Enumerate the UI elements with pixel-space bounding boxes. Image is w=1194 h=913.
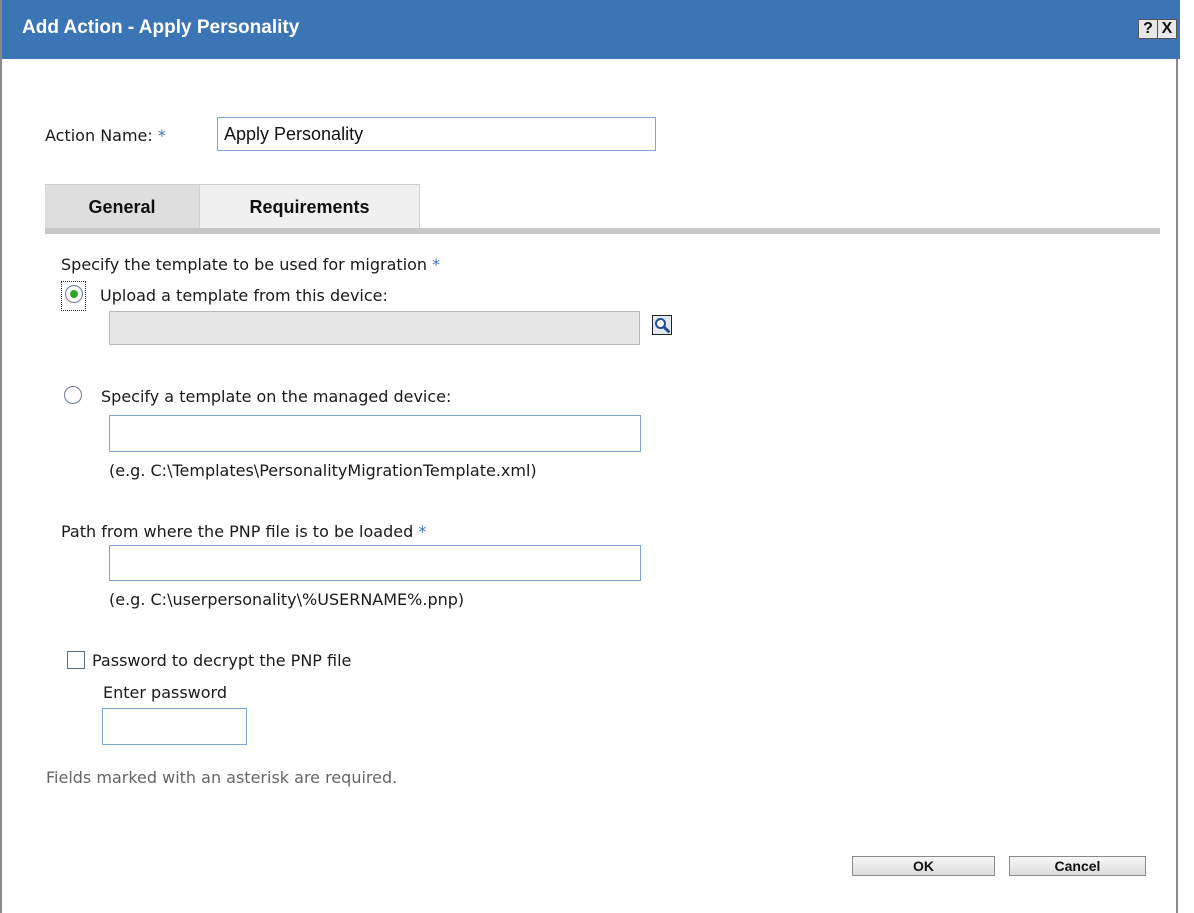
action-name-input[interactable]	[217, 117, 656, 151]
radio-selected-dot	[70, 290, 78, 298]
required-asterisk: *	[432, 255, 441, 274]
managed-template-label: Specify a template on the managed device…	[101, 387, 452, 406]
tab-requirements[interactable]: Requirements	[199, 184, 420, 228]
pnp-path-input[interactable]	[109, 545, 641, 581]
pnp-path-example: (e.g. C:\userpersonality\%USERNAME%.pnp)	[109, 590, 465, 609]
template-heading: Specify the template to be used for migr…	[61, 255, 441, 274]
required-asterisk: *	[418, 522, 427, 541]
managed-template-example: (e.g. C:\Templates\PersonalityMigrationT…	[109, 461, 537, 480]
help-button[interactable]: ?	[1138, 19, 1158, 39]
upload-template-field[interactable]	[109, 311, 640, 345]
title-bar: Add Action - Apply Personality ? X	[2, 0, 1180, 59]
cancel-button[interactable]: Cancel	[1009, 856, 1146, 876]
password-checkbox[interactable]	[67, 651, 85, 669]
required-asterisk: *	[157, 126, 166, 145]
upload-template-radio[interactable]	[65, 285, 83, 303]
password-input[interactable]	[102, 708, 247, 745]
ok-button[interactable]: OK	[852, 856, 995, 876]
magnifier-icon-glyph	[655, 318, 670, 333]
password-checkbox-label: Password to decrypt the PNP file	[92, 651, 352, 670]
enter-password-label: Enter password	[103, 683, 227, 702]
managed-template-input[interactable]	[109, 415, 641, 452]
managed-template-radio[interactable]	[64, 386, 82, 404]
magnifier-icon[interactable]	[652, 315, 672, 335]
pnp-path-label: Path from where the PNP file is to be lo…	[61, 522, 427, 541]
upload-template-label: Upload a template from this device:	[100, 286, 388, 305]
tab-divider	[45, 228, 1160, 234]
tab-general[interactable]: General	[45, 184, 199, 228]
add-action-dialog: Add Action - Apply Personality ? X Actio…	[0, 0, 1180, 913]
action-name-label: Action Name: *	[45, 126, 166, 145]
required-fields-note: Fields marked with an asterisk are requi…	[46, 768, 398, 787]
close-button[interactable]: X	[1157, 19, 1177, 39]
dialog-title: Add Action - Apply Personality	[22, 17, 300, 38]
